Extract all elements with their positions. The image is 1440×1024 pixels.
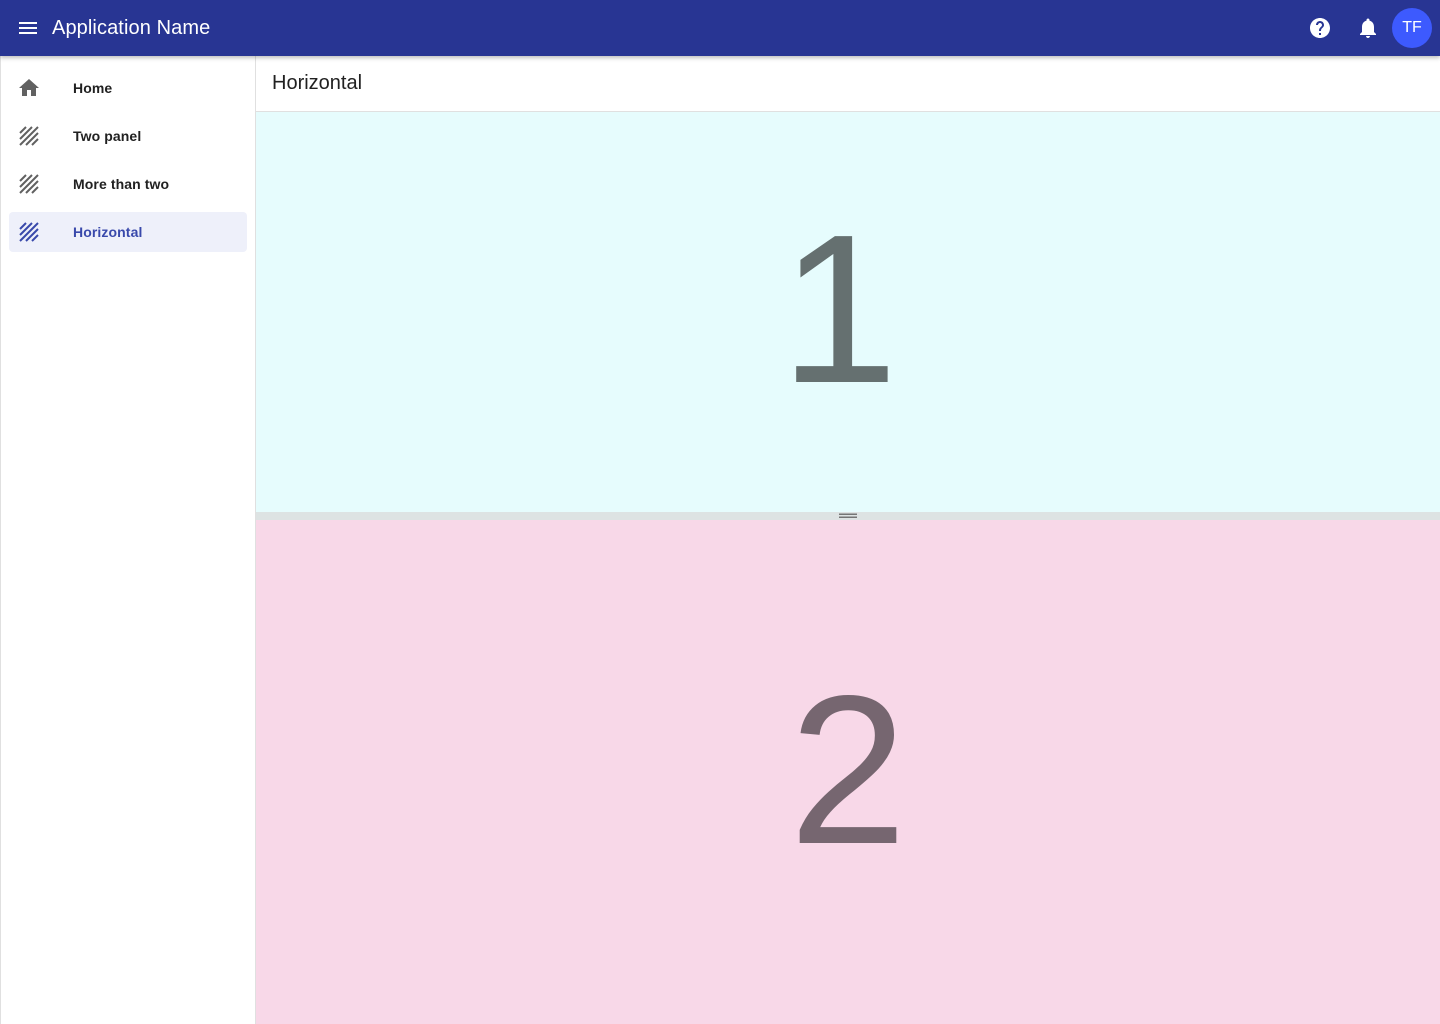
panel-1-label: 1 bbox=[780, 190, 898, 427]
sidebar: Home Two panel More than two Horizontal bbox=[0, 56, 256, 1024]
menu-button[interactable] bbox=[0, 0, 56, 56]
menu-icon bbox=[19, 22, 37, 34]
help-icon bbox=[1310, 18, 1330, 38]
sidebar-item-two-panel[interactable]: Two panel bbox=[9, 116, 247, 156]
panel-2-label: 2 bbox=[789, 651, 907, 888]
split-handle[interactable] bbox=[256, 512, 1440, 520]
sidebar-item-more-than-two[interactable]: More than two bbox=[9, 164, 247, 204]
panel-2: 2 bbox=[256, 520, 1440, 1024]
app-title: Application Name bbox=[52, 16, 211, 39]
page-header: Horizontal bbox=[256, 56, 1440, 112]
hatch-icon bbox=[9, 220, 49, 244]
sidebar-item-label: Horizontal bbox=[73, 224, 143, 240]
sidebar-item-label: Home bbox=[73, 80, 113, 96]
user-avatar[interactable]: TF bbox=[1392, 8, 1432, 48]
hatch-icon bbox=[9, 172, 49, 196]
home-icon bbox=[9, 76, 49, 100]
notifications-button[interactable] bbox=[1344, 4, 1392, 52]
panel-1: 1 bbox=[256, 112, 1440, 512]
sidebar-item-label: Two panel bbox=[73, 128, 142, 144]
bell-icon bbox=[1360, 18, 1376, 38]
page-title: Horizontal bbox=[272, 72, 363, 94]
sidebar-item-home[interactable]: Home bbox=[9, 68, 247, 108]
main-content: Horizontal 1 2 bbox=[256, 56, 1440, 1024]
sidebar-item-label: More than two bbox=[73, 176, 170, 192]
sidebar-item-horizontal[interactable]: Horizontal bbox=[9, 212, 247, 252]
drag-handle-icon bbox=[839, 513, 857, 518]
hatch-icon bbox=[9, 124, 49, 148]
help-button[interactable] bbox=[1296, 4, 1344, 52]
app-bar: Application Name TF bbox=[0, 0, 1440, 56]
